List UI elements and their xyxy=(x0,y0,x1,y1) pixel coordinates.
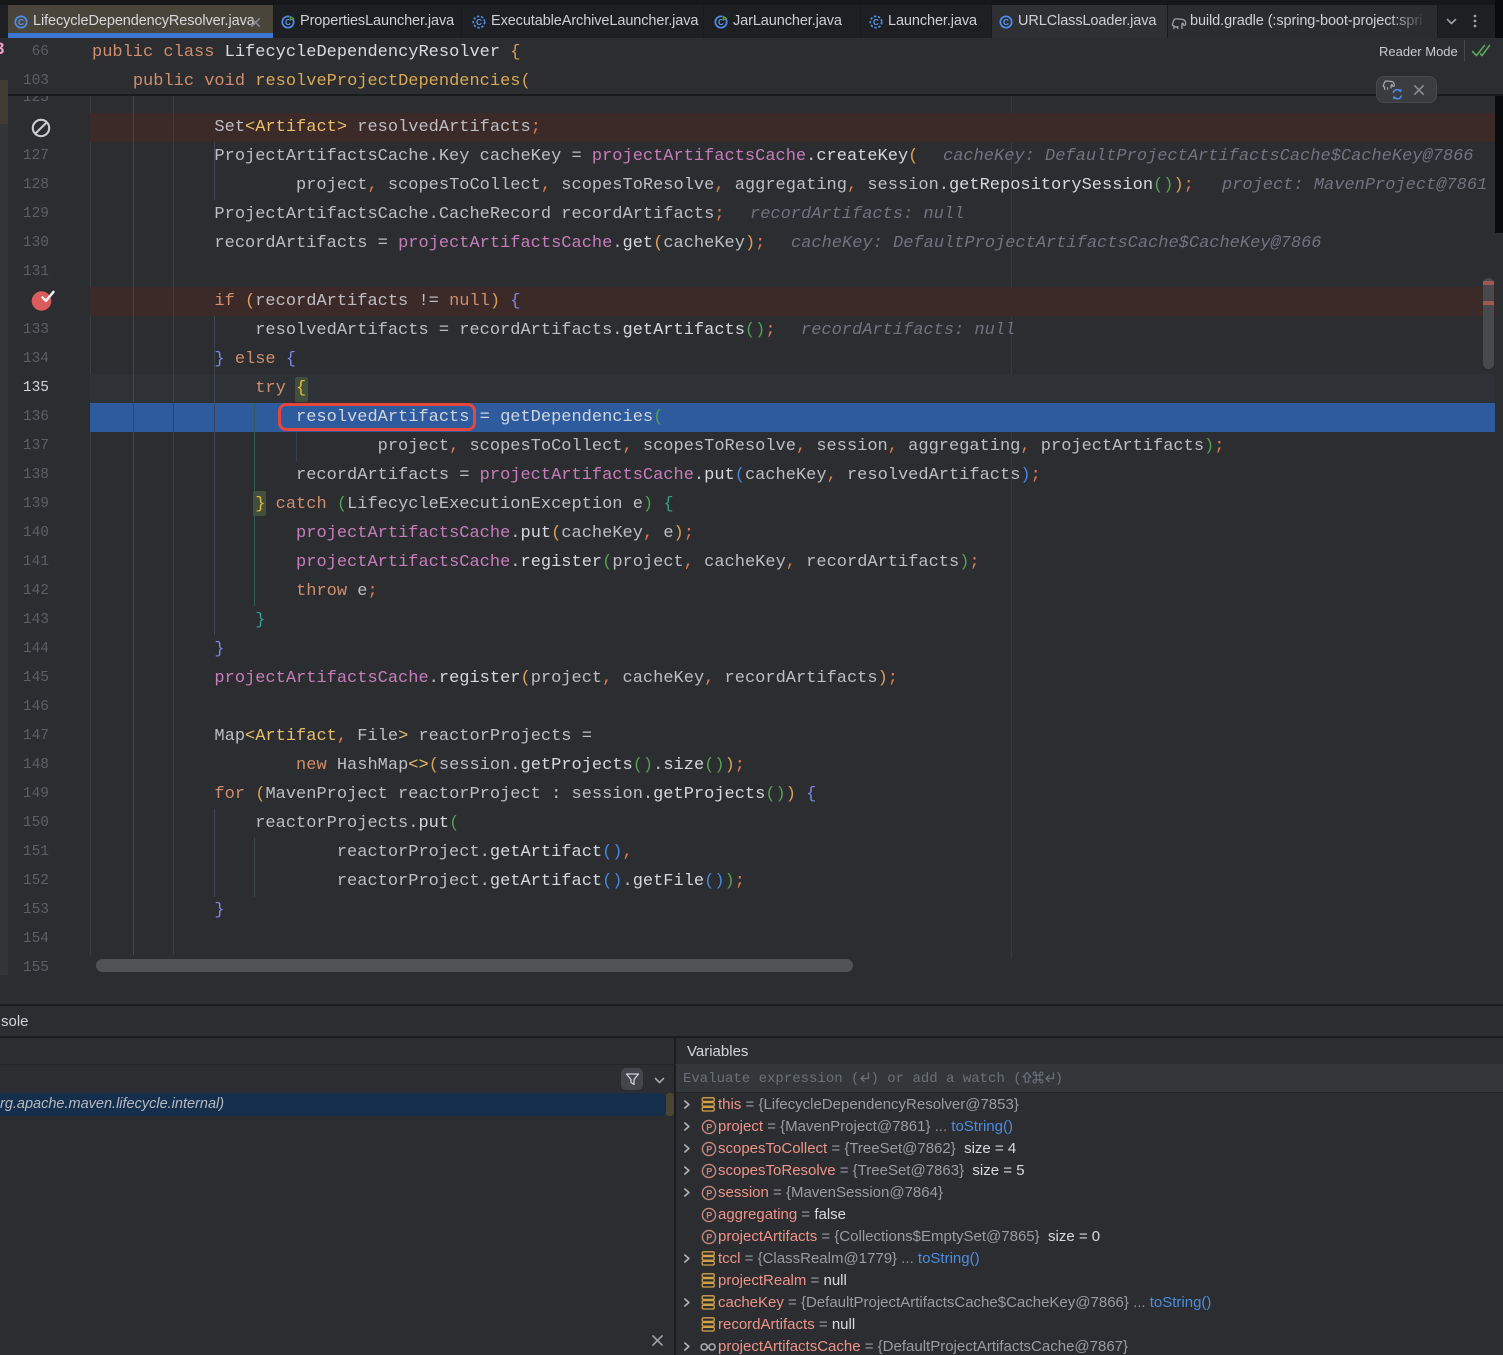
svg-text:P: P xyxy=(706,1122,712,1132)
svg-text:P: P xyxy=(706,1144,712,1154)
svg-text:P: P xyxy=(706,1232,712,1242)
svg-text:C: C xyxy=(1003,18,1009,27)
svg-text:P: P xyxy=(706,1210,712,1220)
svg-text:P: P xyxy=(706,1188,712,1198)
svg-text:C: C xyxy=(873,18,879,27)
svg-text:C: C xyxy=(476,18,482,27)
svg-text:C: C xyxy=(18,18,24,27)
svg-text:P: P xyxy=(706,1166,712,1176)
